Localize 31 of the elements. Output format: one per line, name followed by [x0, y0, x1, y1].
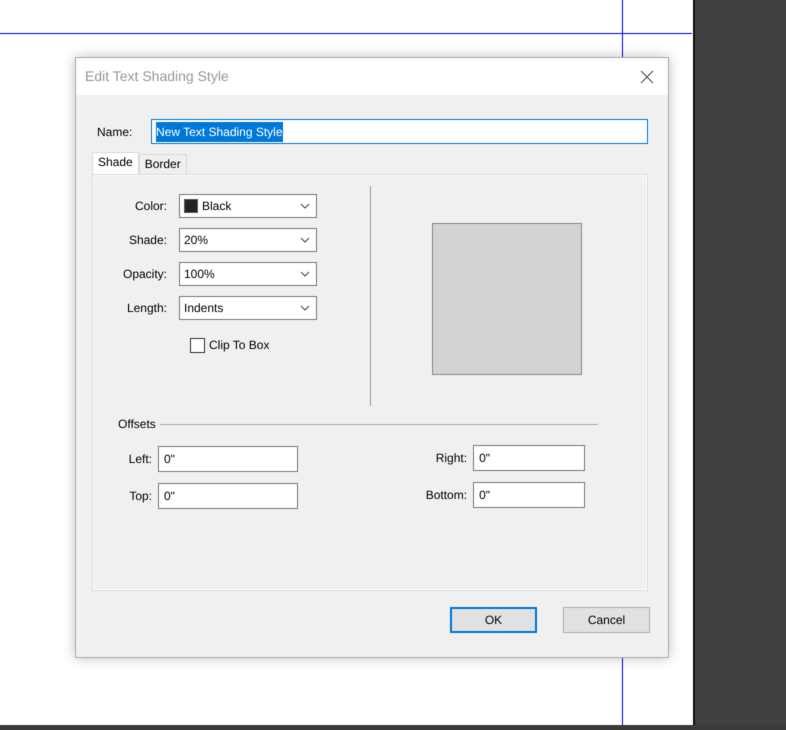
- field-label: Opacity:: [122, 266, 168, 283]
- text-field[interactable]: 0": [473, 482, 585, 508]
- field-label: Color:: [134, 198, 168, 215]
- field-label: Left:: [128, 451, 153, 468]
- tab[interactable]: Shade: [92, 152, 139, 174]
- field-label: Shade:: [128, 232, 168, 249]
- close-icon[interactable]: [640, 70, 654, 84]
- chevron-icon: [300, 271, 310, 277]
- window-title: Edit Text Shading Style: [85, 67, 229, 86]
- field-label: Right:: [434, 450, 468, 467]
- field-label: Top:: [128, 488, 153, 505]
- ok-button[interactable]: OK: [450, 607, 537, 633]
- field-label: Length:: [126, 300, 168, 317]
- checkbox[interactable]: [190, 338, 205, 352]
- text-field[interactable]: 0": [473, 445, 585, 471]
- name-field[interactable]: New Text Shading Style: [151, 119, 648, 144]
- chevron-icon: [300, 203, 310, 209]
- dropdown[interactable]: 100%: [179, 262, 317, 286]
- tab[interactable]: Border: [138, 154, 187, 174]
- chevron-icon: [300, 305, 310, 311]
- text-field[interactable]: 0": [158, 483, 298, 509]
- text-field[interactable]: 0": [158, 446, 298, 472]
- field-label: Name:: [97, 124, 134, 140]
- dropdown[interactable]: Black: [179, 194, 317, 218]
- group-label: Offsets: [118, 416, 156, 433]
- dropdown[interactable]: 20%: [179, 228, 317, 252]
- field-label: Bottom:: [424, 487, 468, 504]
- cancel-button[interactable]: Cancel: [563, 607, 650, 633]
- chevron-icon: [300, 237, 310, 243]
- checkbox-label: Clip To Box: [209, 337, 270, 354]
- dropdown[interactable]: Indents: [179, 296, 317, 320]
